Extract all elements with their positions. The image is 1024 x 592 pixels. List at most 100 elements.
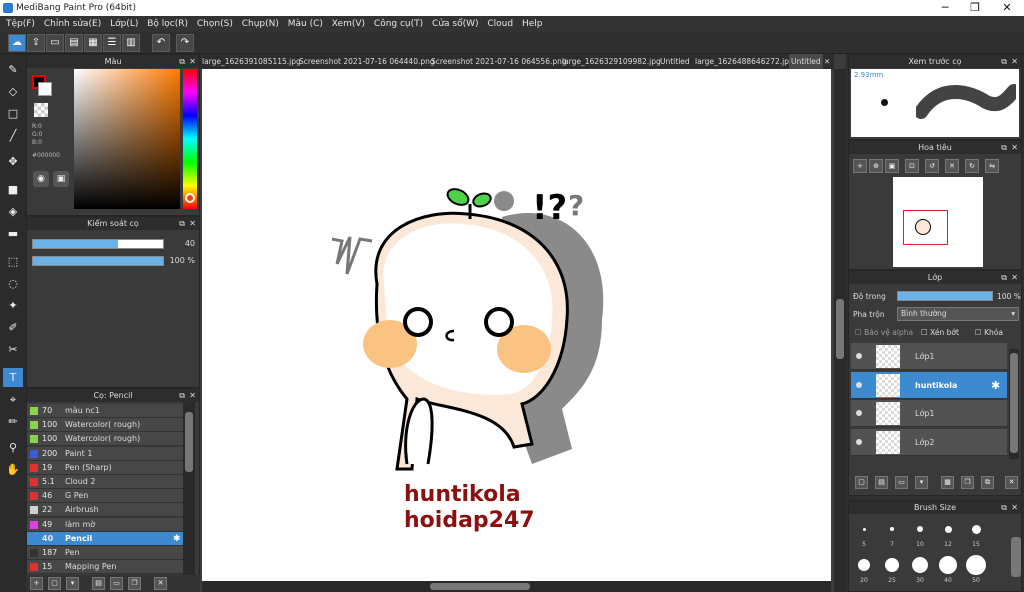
brush-opacity-slider[interactable]	[32, 256, 164, 266]
reset-icon[interactable]: ✕	[945, 159, 959, 173]
hue-slider[interactable]	[183, 69, 197, 209]
close-icon[interactable]: ✕	[189, 217, 196, 230]
chat-icon[interactable]: ▭	[46, 34, 64, 52]
brush-size-option[interactable]	[917, 526, 923, 532]
close-icon[interactable]: ✕	[1011, 271, 1018, 284]
brush-list-item[interactable]: 15 Mapping Pen	[27, 560, 187, 575]
close-icon[interactable]: ✕	[1011, 141, 1018, 154]
popout-icon[interactable]: ⧉	[1001, 55, 1007, 68]
undo-button[interactable]: ↶	[152, 34, 170, 52]
scroll-thumb[interactable]	[836, 299, 844, 359]
color-set-icon[interactable]: ▣	[53, 171, 69, 187]
brush-size-scrollbar[interactable]	[1011, 537, 1021, 577]
document-icon[interactable]: ▦	[84, 34, 102, 52]
eye-icon[interactable]	[856, 410, 862, 416]
folder-icon[interactable]: ▭	[110, 577, 123, 590]
popout-icon[interactable]: ⧉	[179, 55, 185, 68]
tab-document[interactable]: large_1626329109982.jpg	[560, 54, 663, 69]
copy-brush-icon[interactable]: ▤	[92, 577, 105, 590]
menu-layer[interactable]: Lớp(L)	[110, 16, 138, 32]
horizontal-scrollbar[interactable]	[202, 581, 831, 592]
hue-cursor[interactable]	[185, 193, 195, 203]
brush-size-option[interactable]	[885, 558, 899, 572]
brush-size-option[interactable]	[971, 524, 981, 534]
menu-file[interactable]: Tệp(F)	[6, 16, 35, 32]
scroll-thumb[interactable]	[185, 412, 193, 472]
rotate-left-icon[interactable]: ↺	[925, 159, 939, 173]
layer-opacity-slider[interactable]	[897, 291, 993, 301]
vertical-scrollbar[interactable]	[834, 69, 846, 592]
close-button[interactable]: ✕	[992, 0, 1022, 16]
bucket-tool-icon[interactable]: ◈	[3, 202, 23, 221]
menu-help[interactable]: Help	[522, 16, 543, 32]
comment-icon[interactable]: ▤	[65, 34, 83, 52]
eraser-tool-icon[interactable]: ◇	[3, 82, 23, 101]
lasso-tool-icon[interactable]: ◌	[3, 274, 23, 293]
brush-size-option[interactable]	[890, 527, 894, 531]
clipping-checkbox[interactable]: ☐ Xén bớt	[921, 328, 959, 337]
brush-list-scrollbar[interactable]	[183, 402, 195, 575]
list-icon[interactable]: ☰	[103, 34, 121, 52]
navigator-thumbnail[interactable]	[893, 177, 983, 267]
scroll-thumb[interactable]	[430, 583, 530, 590]
eye-icon[interactable]	[856, 381, 862, 388]
brush-list-item[interactable]: 46 G Pen	[27, 489, 187, 504]
popout-icon[interactable]: ⧉	[179, 217, 185, 230]
brush-list-item[interactable]: 5.1 Cloud 2	[27, 475, 187, 489]
hand-tool-icon[interactable]: ✋	[3, 460, 23, 479]
minimize-button[interactable]: ─	[930, 0, 960, 16]
brush-size-option[interactable]	[939, 556, 957, 574]
menu-filter[interactable]: Bộ lọc(R)	[147, 16, 188, 32]
add-brush-icon[interactable]: +	[30, 577, 43, 590]
tab-document[interactable]: large_1626391085115.jpg	[200, 54, 303, 69]
layer-scrollbar[interactable]	[1009, 349, 1019, 459]
duplicate-icon[interactable]: ❐	[128, 577, 141, 590]
maximize-button[interactable]: ❐	[960, 0, 990, 16]
close-icon[interactable]: ✕	[189, 389, 196, 402]
brush-list-item[interactable]: 19 Pen (Sharp)	[27, 460, 187, 475]
cloud-icon[interactable]: ☁	[8, 34, 26, 52]
popout-icon[interactable]: ⧉	[1001, 501, 1007, 514]
brush-list-item[interactable]: 22 Airbrush	[27, 503, 187, 518]
text-tool-icon[interactable]: T	[3, 368, 23, 387]
merge-layer-icon[interactable]: ▦	[941, 476, 954, 489]
brush-size-option[interactable]	[862, 527, 866, 531]
magic-wand-tool-icon[interactable]: ✦	[3, 296, 23, 315]
menu-cloud[interactable]: Cloud	[487, 16, 513, 32]
tab-document[interactable]: large_1626488646272.jpg	[693, 54, 796, 69]
close-icon[interactable]: ✕	[1011, 501, 1018, 514]
move-tool-icon[interactable]: ✥	[3, 152, 23, 171]
brush-size-option[interactable]	[944, 525, 952, 533]
gradient-tool-icon[interactable]: ▬	[3, 224, 23, 243]
brush-list-item[interactable]: 100 Watercolor( rough)	[27, 432, 187, 447]
fill-rect-tool-icon[interactable]: ■	[3, 180, 23, 199]
layer-row[interactable]: Lớp1	[851, 400, 1007, 427]
tab-document[interactable]: Screenshot 2021-07-16 064556.png	[429, 54, 569, 69]
scroll-thumb[interactable]	[1010, 353, 1018, 453]
protect-alpha-checkbox[interactable]: ☐ Bảo vệ alpha	[855, 328, 913, 337]
flip-icon[interactable]: ⇋	[985, 159, 999, 173]
zoom-in-icon[interactable]: ⊕	[869, 159, 883, 173]
brush-list-item[interactable]: 70 màu nc1	[27, 404, 187, 418]
divide-tool-icon[interactable]: ✏	[3, 412, 23, 431]
tab-document[interactable]: Untitled	[658, 54, 692, 69]
layer-row[interactable]: Lớp1	[851, 343, 1007, 370]
brush-tool-icon[interactable]: ✎	[3, 60, 23, 79]
brush-size-slider[interactable]	[32, 239, 164, 249]
fit-icon[interactable]: ▣	[885, 159, 899, 173]
actual-size-icon[interactable]: ⊡	[905, 159, 919, 173]
close-icon[interactable]: ✕	[189, 55, 196, 68]
brush-list-item[interactable]: 49 làm mờ	[27, 517, 187, 532]
gear-icon[interactable]: ✱	[991, 379, 1000, 392]
rectangle-tool-icon[interactable]: □	[3, 104, 23, 123]
lock-checkbox[interactable]: ☐ Khóa	[975, 328, 1003, 337]
transparent-color-swatch[interactable]	[34, 103, 48, 117]
select-eraser-tool-icon[interactable]: ✂	[3, 340, 23, 359]
delete-brush-icon[interactable]: ✕	[154, 577, 167, 590]
menu-tools[interactable]: Công cụ(T)	[374, 16, 423, 32]
rotate-right-icon[interactable]: ↻	[965, 159, 979, 173]
brush-list-item[interactable]: 40 Pencil ✱	[27, 531, 187, 546]
brush-size-option[interactable]	[966, 555, 986, 575]
layer-settings-icon[interactable]: ⧉	[981, 476, 994, 489]
popout-icon[interactable]: ⧉	[179, 389, 185, 402]
